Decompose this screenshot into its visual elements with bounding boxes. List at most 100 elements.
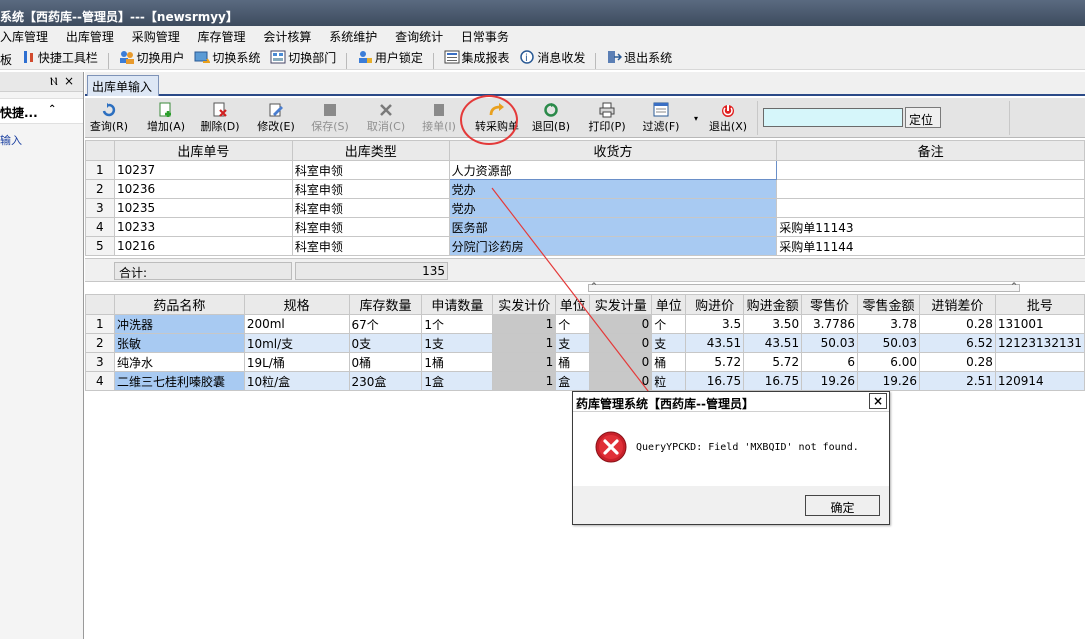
col-header-retail-price[interactable]: 零售价: [801, 294, 859, 315]
save-button[interactable]: 保存(S): [307, 100, 353, 136]
col-header-issued-measure-qty[interactable]: 实发计量: [589, 294, 653, 315]
tab-outbound-input[interactable]: 出库单输入: [87, 75, 160, 96]
return-button[interactable]: 退回(B): [529, 100, 573, 136]
panel-close-icon[interactable]: ×: [64, 74, 74, 88]
edit-icon: [269, 103, 283, 117]
cancel-icon: [380, 104, 392, 116]
add-icon: [159, 102, 171, 117]
menu-accounting[interactable]: 会计核算: [263, 26, 311, 47]
locate-button[interactable]: 定位: [905, 107, 941, 128]
collapse-chevron-icon[interactable]: ⌃: [48, 104, 56, 115]
table-row[interactable]: 4 10233 科室申领 医务部 采购单11143: [85, 217, 1085, 237]
table-row[interactable]: 5 10216 科室申领 分院门诊药房 采购单11144: [85, 236, 1085, 256]
window-title: 系统【西药库--管理员】---【newsrmyy】: [0, 10, 238, 24]
table-row[interactable]: 2 张敏 10ml/支 0支 1支 1 支 0 支 43.51 43.51 50…: [85, 333, 1085, 353]
message-button[interactable]: i 消息收发: [519, 46, 585, 68]
exit-icon: [722, 105, 734, 117]
col-header-retail-amount[interactable]: 零售金额: [857, 294, 920, 315]
menu-inbound[interactable]: 入库管理: [0, 26, 48, 47]
switch-system-icon: [194, 51, 211, 63]
report-icon: [444, 50, 460, 64]
col-header-purchase-price[interactable]: 购进价: [685, 294, 745, 315]
col-header-issued-price-qty[interactable]: 实发计价: [492, 294, 557, 315]
switch-dept-icon: [270, 50, 286, 64]
table-row[interactable]: 4 二维三七桂利嗪胶囊 10粒/盒 230盒 1盒 1 盒 0 粒 16.75 …: [85, 371, 1085, 391]
user-lock-button[interactable]: 用户锁定: [357, 46, 423, 68]
menu-system[interactable]: 系统维护: [329, 26, 377, 47]
exit-dropdown-caret-icon[interactable]: ▾: [694, 114, 698, 123]
grid-splitter[interactable]: ^ ^: [588, 282, 1020, 292]
menu-daily[interactable]: 日常事务: [461, 26, 509, 47]
table-row[interactable]: 1 10237 科室申领 人力资源部: [85, 160, 1085, 180]
dialog-close-button[interactable]: ×: [869, 393, 887, 409]
save-icon: [324, 104, 336, 116]
cancel-button[interactable]: 取消(C): [363, 100, 409, 136]
table-row[interactable]: 2 10236 科室申领 党办: [85, 179, 1085, 199]
menu-outbound[interactable]: 出库管理: [66, 26, 114, 47]
dialog-message: QueryYPCKD: Field 'MXBQID' not found.: [636, 442, 859, 453]
col-header-order-no[interactable]: 出库单号: [113, 140, 293, 161]
table-row[interactable]: 3 10235 科室申领 党办: [85, 198, 1085, 218]
toolbar-separator-end: [1009, 101, 1010, 135]
receive-order-button[interactable]: 接单(I): [419, 100, 459, 136]
pin-icon[interactable]: Ⲛ: [50, 75, 58, 89]
col-header-out-type[interactable]: 出库类型: [291, 140, 450, 161]
summary-label: 合计:: [114, 262, 292, 280]
dialog-title: 药库管理系统【西药库--管理员】: [576, 397, 754, 411]
locate-input[interactable]: [763, 108, 903, 127]
add-button[interactable]: 增加(A): [143, 100, 189, 136]
drug-detail-grid: 药品名称 规格 库存数量 申请数量 实发计价 单位 实发计量 单位 购进价 购进…: [85, 294, 1085, 391]
switch-system-button[interactable]: 切换系统: [194, 46, 260, 68]
col-header-remark[interactable]: 备注: [776, 140, 1085, 161]
dialog-ok-button[interactable]: 确定: [805, 495, 880, 516]
table-row[interactable]: 3 纯净水 19L/桶 0桶 1桶 1 桶 0 桶 5.72 5.72 6 6.…: [85, 352, 1085, 372]
shortcut-group[interactable]: 快捷... ⌃: [0, 98, 83, 124]
col-header-drug-name[interactable]: 药品名称: [113, 294, 245, 315]
col-header-spec[interactable]: 规格: [243, 294, 350, 315]
col-header-unit[interactable]: 单位: [555, 294, 591, 315]
panel-header: Ⲛ ×: [0, 72, 83, 92]
window-title-bar: 系统【西药库--管理员】---【newsrmyy】: [0, 0, 1085, 26]
col-header-unit-2[interactable]: 单位: [651, 294, 687, 315]
switch-user-button[interactable]: 切换用户: [119, 46, 185, 68]
menu-inventory[interactable]: 库存管理: [198, 26, 246, 47]
menu-purchase[interactable]: 采购管理: [132, 26, 180, 47]
splitter-right-arrow-icon[interactable]: ^: [1011, 282, 1017, 290]
delete-icon: [213, 102, 227, 117]
print-button[interactable]: 打印(P): [585, 100, 629, 136]
shortcut-panel: Ⲛ × 快捷... ⌃ 输入: [0, 72, 84, 639]
col-header-request-qty[interactable]: 申请数量: [421, 294, 494, 315]
integrated-report-button[interactable]: 集成报表: [444, 46, 510, 68]
col-header-rownum: [85, 294, 115, 315]
print-icon: [599, 102, 615, 118]
toolbar-separator: [757, 101, 758, 135]
col-header-batch-no[interactable]: 批号: [994, 294, 1085, 315]
delete-button[interactable]: 删除(D): [197, 100, 243, 136]
menu-query[interactable]: 查询统计: [395, 26, 443, 47]
query-icon: [102, 103, 116, 117]
menu-bar: 入库管理 出库管理 采购管理 库存管理 会计核算 系统维护 查询统计 日常事务: [0, 26, 1085, 46]
message-icon: i: [520, 50, 535, 64]
table-row[interactable]: 1 冲洗器 200ml 67个 1个 1 个 0 个 3.5 3.50 3.77…: [85, 314, 1085, 334]
quick-board[interactable]: 板: [0, 49, 12, 71]
dialog-title-bar: 药库管理系统【西药库--管理员】 ×: [573, 392, 889, 412]
col-header-stock-qty[interactable]: 库存数量: [348, 294, 423, 315]
query-button[interactable]: 查询(R): [89, 100, 129, 136]
edit-button[interactable]: 修改(E): [253, 100, 299, 136]
col-header-price-diff[interactable]: 进销差价: [918, 294, 996, 315]
col-header-rownum: [85, 140, 115, 161]
exit-system-button[interactable]: 退出系统: [606, 46, 672, 68]
quick-toolbar-button[interactable]: 快捷工具栏: [22, 46, 98, 68]
exit-button[interactable]: 退出(X): [705, 100, 751, 136]
grid-header-row: 出库单号 出库类型 收货方 备注: [85, 140, 1085, 161]
error-dialog: 药库管理系统【西药库--管理员】 × QueryYPCKD: Field 'MX…: [572, 391, 890, 525]
quick-toolbar: 板 快捷工具栏 切换用户 切换系统 切换部门 用户锁定 集成报表 i 消息收发 …: [0, 46, 1085, 70]
col-header-purchase-amount[interactable]: 购进金额: [743, 294, 803, 315]
grid-header-row: 药品名称 规格 库存数量 申请数量 实发计价 单位 实发计量 单位 购进价 购进…: [85, 294, 1085, 315]
outbound-order-grid: 出库单号 出库类型 收货方 备注 1 10237 科室申领 人力资源部 2 10…: [85, 140, 1085, 256]
shortcut-group-label: 快捷...: [0, 106, 38, 120]
filter-button[interactable]: 过滤(F): [638, 100, 684, 136]
switch-dept-button[interactable]: 切换部门: [270, 46, 336, 68]
splitter-left-arrow-icon[interactable]: ^: [591, 282, 597, 290]
shortcut-item-input[interactable]: 输入: [0, 132, 83, 148]
